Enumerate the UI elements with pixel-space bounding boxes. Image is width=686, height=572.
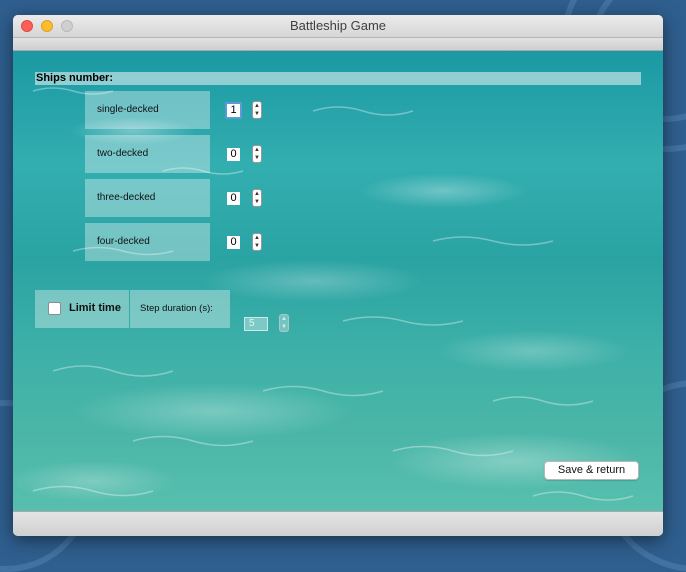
app-window: Battleship Game Ships number: single-dec… xyxy=(13,15,663,536)
limit-time-checkbox[interactable] xyxy=(48,302,61,315)
chevron-up-icon[interactable]: ▲ xyxy=(253,102,261,110)
four-decked-stepper[interactable]: ▲ ▼ xyxy=(252,233,262,251)
ship-label-four-decked: four-decked xyxy=(85,223,210,261)
three-decked-stepper[interactable]: ▲ ▼ xyxy=(252,189,262,207)
single-decked-stepper[interactable]: ▲ ▼ xyxy=(252,101,262,119)
status-bar xyxy=(13,511,663,536)
chevron-up-icon[interactable]: ▲ xyxy=(253,234,261,242)
chevron-down-icon[interactable]: ▼ xyxy=(253,242,261,250)
chevron-up-icon[interactable]: ▲ xyxy=(253,190,261,198)
ship-label-two-decked: two-decked xyxy=(85,135,210,173)
limit-time-panel: Limit time xyxy=(35,290,129,328)
step-duration-label: Step duration (s): xyxy=(140,303,213,314)
chevron-down-icon[interactable]: ▼ xyxy=(253,198,261,206)
step-duration-panel: Step duration (s): xyxy=(130,290,230,328)
three-decked-count-field[interactable]: 0 xyxy=(227,192,240,205)
single-decked-count-field[interactable]: 1 xyxy=(225,102,242,119)
toolbar-strip xyxy=(13,38,663,51)
step-duration-stepper[interactable]: ▲ ▼ xyxy=(279,314,289,332)
window-title: Battleship Game xyxy=(289,18,387,33)
chevron-up-icon[interactable]: ▲ xyxy=(253,146,261,154)
save-return-button[interactable]: Save & return xyxy=(544,461,639,480)
title-bar: Battleship Game xyxy=(13,15,663,38)
ships-number-header: Ships number: xyxy=(35,72,641,85)
limit-time-label[interactable]: Limit time xyxy=(69,302,121,314)
settings-panel: Ships number: single-decked 1 ▲ ▼ two-de… xyxy=(13,51,663,511)
chevron-down-icon[interactable]: ▼ xyxy=(253,154,261,162)
two-decked-count-field[interactable]: 0 xyxy=(227,148,240,161)
four-decked-count-field[interactable]: 0 xyxy=(227,236,240,249)
two-decked-stepper[interactable]: ▲ ▼ xyxy=(252,145,262,163)
ship-label-three-decked: three-decked xyxy=(85,179,210,217)
chevron-down-icon[interactable]: ▼ xyxy=(280,323,288,331)
chevron-down-icon[interactable]: ▼ xyxy=(253,110,261,118)
ship-label-single-decked: single-decked xyxy=(85,91,210,129)
chevron-up-icon[interactable]: ▲ xyxy=(280,315,288,323)
step-duration-field[interactable]: 5 xyxy=(244,317,268,331)
